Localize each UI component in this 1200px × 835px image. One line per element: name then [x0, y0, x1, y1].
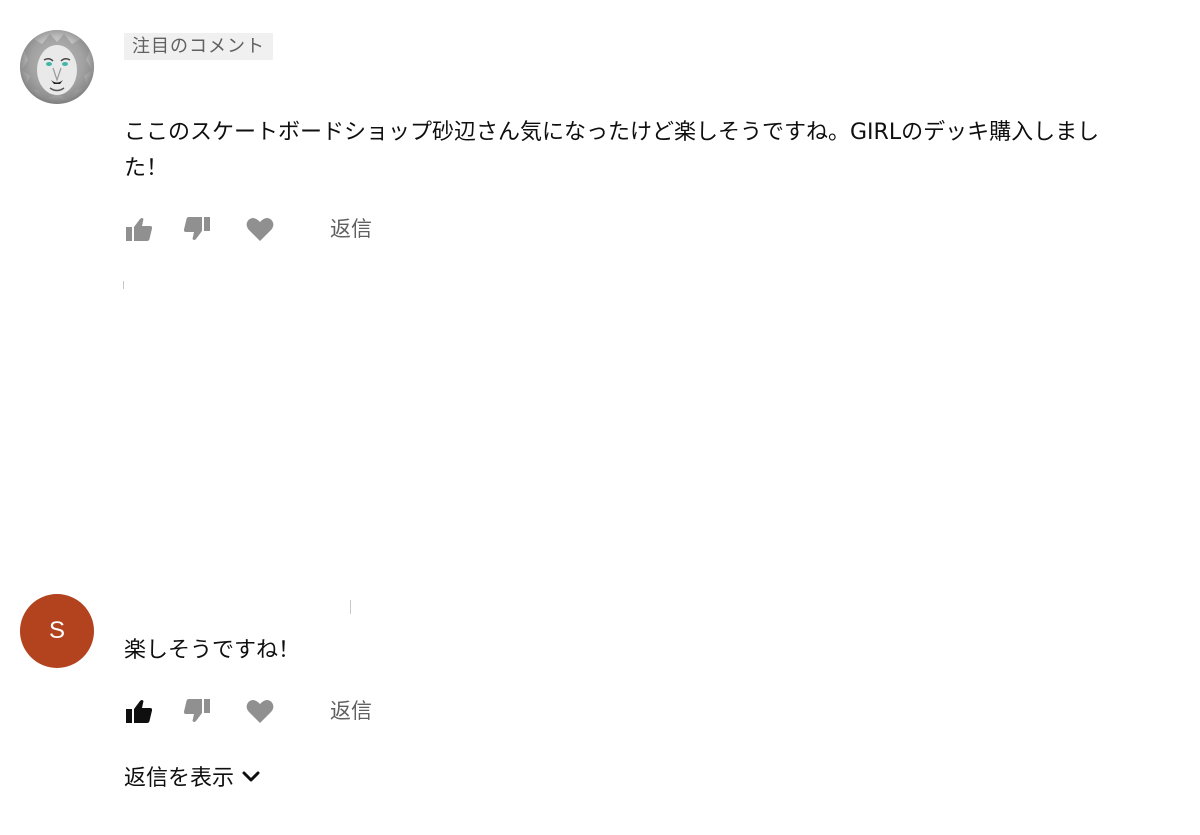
lion-face-avatar-icon [20, 30, 94, 104]
pinned-comment-badge: 注目のコメント [124, 33, 273, 60]
thumbs-down-icon [183, 217, 210, 240]
user-avatar-s[interactable]: S [20, 594, 94, 668]
thumbs-up-outline-icon [126, 218, 153, 241]
heart-button[interactable] [245, 214, 275, 244]
avatar-letter: S [48, 617, 65, 644]
chevron-down-icon [240, 766, 262, 788]
show-replies-button[interactable]: 返信を表示 [124, 762, 262, 796]
comment-text: ここのスケートボードショップ砂辺さん気になったけど楽しそうですね。GIRLのデッ… [124, 120, 1100, 181]
thumbs-down-icon [183, 699, 210, 722]
dislike-button[interactable] [182, 696, 212, 726]
comment-thread: S 楽しそうですね！ 返信 返信を表示 [0, 580, 1200, 835]
reply-button[interactable]: 返信 [330, 696, 372, 726]
like-button[interactable] [124, 214, 154, 244]
divider-tick [123, 281, 124, 289]
comment-text: 楽しそうですね！ [124, 638, 301, 663]
thumbs-up-filled-icon [126, 700, 153, 723]
heart-button[interactable] [245, 696, 275, 726]
heart-icon [246, 699, 274, 723]
divider-tick [350, 600, 351, 614]
comment-thread-pinned: 注目のコメント ここのスケートボードショップ砂辺さん気になったけど楽しそうですね… [0, 0, 1200, 300]
reply-button[interactable]: 返信 [330, 214, 372, 244]
comment-actions: 返信 [124, 214, 524, 244]
dislike-button[interactable] [182, 214, 212, 244]
like-button[interactable] [124, 696, 154, 726]
show-replies-label: 返信を表示 [124, 766, 235, 791]
comment-actions: 返信 [124, 696, 524, 726]
user-avatar-lion[interactable] [20, 30, 94, 104]
heart-icon [246, 217, 274, 241]
